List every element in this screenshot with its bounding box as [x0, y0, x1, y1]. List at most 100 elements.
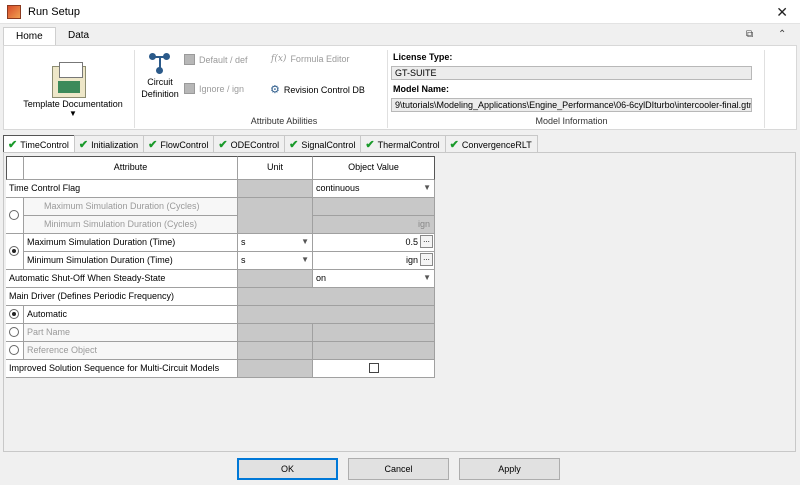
automatic-span	[238, 306, 435, 324]
radio-part-name[interactable]	[9, 327, 19, 337]
row-label-reference-object: Reference Object	[24, 342, 238, 360]
tab-label: ODEControl	[230, 140, 280, 150]
chevron-down-icon: ▼	[301, 255, 309, 264]
row-label-automatic: Automatic	[24, 306, 238, 324]
radio-cell	[6, 324, 24, 342]
input-value: 0.5	[405, 237, 418, 247]
tab-label: TimeControl	[20, 140, 69, 150]
value-cell	[313, 324, 435, 342]
radio-cell	[6, 342, 24, 360]
value-cell	[313, 360, 435, 378]
template-documentation-icon[interactable]	[52, 62, 86, 98]
group-separator	[764, 50, 765, 128]
chevron-down-icon: ▼	[423, 273, 431, 282]
formula-icon: f(x)	[271, 54, 287, 64]
check-icon: ✔	[218, 138, 228, 151]
row-label-time-control-flag: Time Control Flag	[6, 180, 238, 198]
license-type-label: License Type:	[393, 52, 453, 62]
select-value: s	[241, 255, 246, 265]
circuit-definition-icon[interactable]	[149, 53, 171, 75]
value-cell	[313, 198, 435, 216]
default-def-icon	[184, 54, 195, 65]
window-title: Run Setup	[28, 5, 80, 18]
ignore-ign-button[interactable]: Ignore / ign	[184, 83, 244, 94]
ribbon-tabs: Home Data ⧉ ⌃	[0, 24, 800, 45]
min-sim-time-input[interactable]: ign ...	[313, 252, 435, 270]
max-sim-time-input[interactable]: 0.5 ...	[313, 234, 435, 252]
select-value: s	[241, 237, 246, 247]
auto-shutoff-select[interactable]: on ▼	[313, 270, 435, 288]
row-label-min-sim-cycles: Minimum Simulation Duration (Cycles)	[24, 216, 238, 234]
radio-cycles[interactable]	[9, 210, 19, 220]
radio-time[interactable]	[9, 246, 19, 256]
revision-control-label: Revision Control DB	[283, 84, 365, 95]
row-label-min-sim-time: Minimum Simulation Duration (Time)	[24, 252, 238, 270]
restore-ribbon-icon[interactable]: ⧉	[746, 29, 753, 40]
min-sim-time-unit-select[interactable]: s ▼	[238, 252, 313, 270]
row-label-improved-solution: Improved Solution Sequence for Multi-Cir…	[6, 360, 238, 378]
tab-convergencerlt[interactable]: ✔ ConvergenceRLT	[444, 135, 538, 152]
cancel-button[interactable]: Cancel	[348, 458, 449, 480]
chevron-down-icon: ▼	[301, 237, 309, 246]
circuit-definition-button[interactable]: Circuit Definition	[134, 76, 186, 100]
tab-signalcontrol[interactable]: ✔ SignalControl	[284, 135, 362, 152]
check-icon: ✔	[289, 138, 299, 151]
select-value: on	[316, 273, 327, 283]
row-label-auto-shutoff: Automatic Shut-Off When Steady-State	[6, 270, 238, 288]
tab-label: FlowControl	[160, 140, 209, 150]
ellipsis-button[interactable]: ...	[420, 235, 433, 248]
tab-home[interactable]: Home	[3, 27, 56, 45]
tab-thermalcontrol[interactable]: ✔ ThermalControl	[360, 135, 446, 152]
unit-cell	[238, 342, 313, 360]
tab-initialization[interactable]: ✔ Initialization	[73, 135, 145, 152]
ignore-ign-label: Ignore / ign	[199, 83, 245, 94]
check-icon: ✔	[78, 138, 89, 151]
tab-flowcontrol[interactable]: ✔ FlowControl	[143, 135, 215, 152]
ellipsis-button[interactable]: ...	[420, 253, 433, 266]
improved-solution-checkbox[interactable]	[369, 363, 379, 373]
app-icon	[7, 4, 21, 19]
radio-reference-object[interactable]	[9, 345, 19, 355]
unit-cell	[238, 270, 313, 288]
tab-label: SignalControl	[301, 140, 356, 150]
row-label-max-sim-time: Maximum Simulation Duration (Time)	[24, 234, 238, 252]
unit-cell	[238, 180, 313, 198]
tab-label: ThermalControl	[377, 140, 440, 150]
model-name-field: 9\tutorials\Modeling_Applications\Engine…	[391, 98, 752, 112]
main-driver-span	[238, 288, 435, 306]
tab-label: Initialization	[91, 140, 139, 150]
row-label-main-driver: Main Driver (Defines Periodic Frequency)	[6, 288, 238, 306]
unit-cell	[238, 324, 313, 342]
max-sim-time-unit-select[interactable]: s ▼	[238, 234, 313, 252]
default-def-button[interactable]: Default / def	[184, 54, 248, 65]
close-icon[interactable]: ✕	[776, 4, 788, 21]
tab-label: ConvergenceRLT	[461, 140, 532, 150]
template-documentation-button[interactable]: Template Documentation ▼	[10, 99, 136, 118]
select-value: continuous	[316, 183, 360, 193]
time-control-flag-select[interactable]: continuous ▼	[313, 180, 435, 198]
value-cell	[313, 342, 435, 360]
content-panel: Attribute Unit Object Value Time Control…	[3, 152, 796, 452]
unit-cell	[238, 198, 313, 234]
collapse-ribbon-icon[interactable]: ⌃	[778, 29, 786, 40]
revision-control-button[interactable]: ⚙ Revision Control DB	[270, 83, 365, 96]
radio-automatic[interactable]	[9, 309, 19, 319]
check-icon: ✔	[365, 138, 375, 151]
tab-timecontrol[interactable]: ✔ TimeControl	[3, 135, 75, 152]
subtabs: ✔ TimeControl ✔ Initialization ✔ FlowCon…	[3, 135, 538, 152]
ok-button[interactable]: OK	[237, 458, 338, 480]
formula-editor-button[interactable]: f(x) Formula Editor	[271, 54, 349, 64]
header-attribute: Attribute	[24, 156, 238, 180]
row-label-max-sim-cycles: Maximum Simulation Duration (Cycles)	[24, 198, 238, 216]
model-information-label: Model Information	[535, 116, 608, 126]
apply-button[interactable]: Apply	[459, 458, 560, 480]
tab-data[interactable]: Data	[56, 27, 101, 45]
ribbon: Template Documentation ▼ Circuit Definit…	[3, 45, 797, 130]
grid-corner	[6, 156, 24, 180]
chevron-down-icon: ▼	[69, 109, 77, 118]
title-bar: Run Setup ✕	[0, 0, 800, 24]
model-name-label: Model Name:	[393, 84, 450, 94]
tab-odecontrol[interactable]: ✔ ODEControl	[213, 135, 286, 152]
radio-cell	[6, 234, 24, 270]
ignore-ign-icon	[184, 83, 195, 94]
